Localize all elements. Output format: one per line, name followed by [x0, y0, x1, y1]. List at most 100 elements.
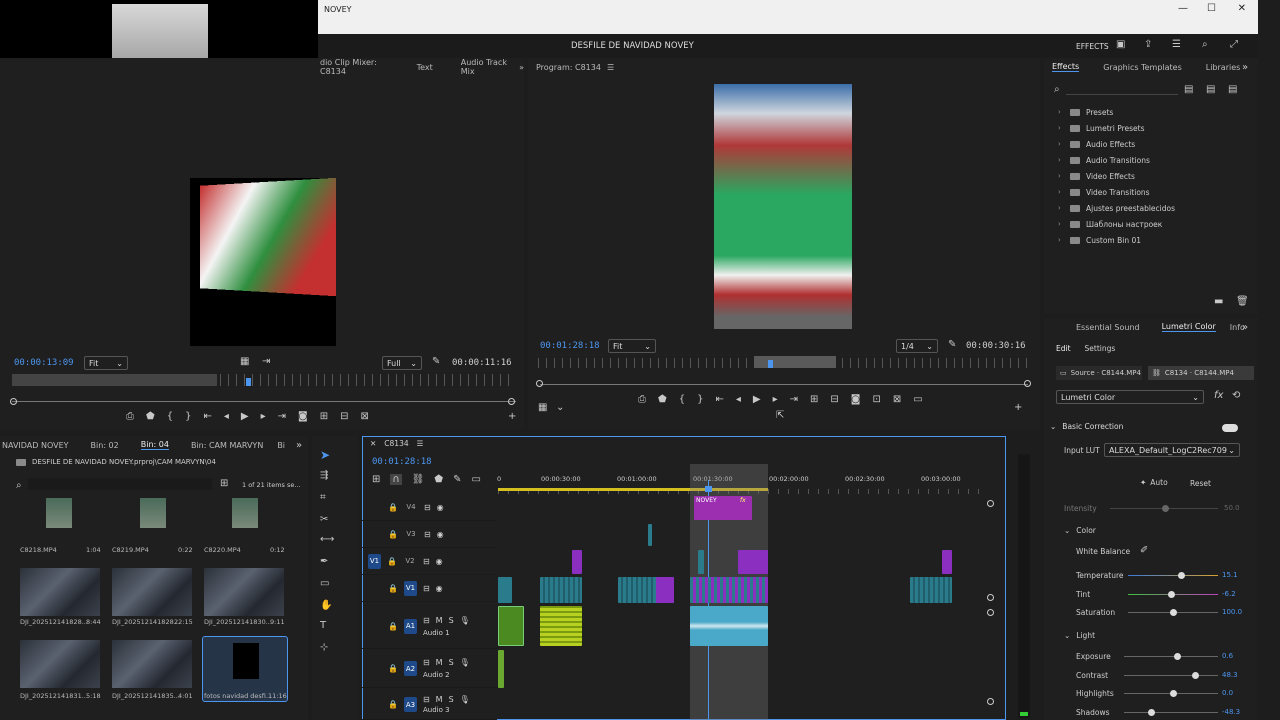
- step-forward-icon[interactable]: ▸: [261, 411, 266, 422]
- track-header-a1[interactable]: 🔒 A1 ⊟ M S 🎙 Audio 1: [362, 604, 497, 649]
- lock-icon[interactable]: 🔒: [388, 503, 398, 512]
- effects-item[interactable]: › Audio Effects: [1044, 136, 1258, 152]
- lock-icon[interactable]: 🔒: [388, 700, 398, 709]
- mute-button[interactable]: M: [436, 658, 443, 667]
- program-playhead[interactable]: [768, 360, 773, 368]
- bin-thumb[interactable]: [232, 498, 258, 528]
- temperature-slider[interactable]: [1128, 572, 1218, 579]
- audio-clip[interactable]: [540, 606, 582, 646]
- light-header[interactable]: ⌄ Light: [1064, 631, 1095, 640]
- mark-out-icon[interactable]: }: [185, 411, 191, 422]
- export-frame-icon[interactable]: ⎙: [126, 411, 134, 422]
- tab-lumetri-color[interactable]: Lumetri Color: [1161, 322, 1216, 332]
- tab-effects[interactable]: Effects: [1052, 62, 1080, 72]
- source-quality-select[interactable]: Full ⌄: [382, 356, 422, 370]
- lumetri-more-icon[interactable]: »: [1242, 322, 1248, 333]
- eye-icon[interactable]: ◉: [436, 584, 443, 593]
- source-scroll[interactable]: [12, 401, 516, 402]
- razor-icon[interactable]: ✂: [320, 514, 328, 525]
- project-search-icon[interactable]: ⌕: [16, 480, 22, 491]
- video-clip[interactable]: [942, 550, 952, 574]
- audio-clip[interactable]: [498, 606, 524, 646]
- shadows-slider[interactable]: [1124, 709, 1218, 716]
- program-go-in-icon[interactable]: ⇤: [715, 394, 723, 405]
- bin-item-name[interactable]: DJI_202512141831...: [20, 692, 88, 700]
- lumetri-effect-select[interactable]: Lumetri Color ⌄: [1056, 390, 1204, 404]
- color-header[interactable]: ⌄ Color: [1064, 526, 1096, 535]
- lock-icon[interactable]: 🔒: [387, 557, 397, 566]
- mute-button[interactable]: M: [436, 695, 443, 704]
- source-timecode[interactable]: 00:00:13:09: [14, 358, 74, 368]
- search-icon[interactable]: ⌕: [1202, 39, 1208, 50]
- highlights-slider[interactable]: [1124, 690, 1218, 697]
- sequence-menu-icon[interactable]: ☰: [417, 439, 424, 448]
- program-scroll[interactable]: [540, 384, 1028, 385]
- program-inout-range[interactable]: [754, 356, 836, 368]
- tab-text[interactable]: Text: [417, 63, 433, 72]
- tab-libraries[interactable]: Libraries: [1206, 63, 1241, 72]
- program-extract-icon[interactable]: ⊟: [830, 394, 838, 405]
- bin-item-name[interactable]: C8218.MP4: [20, 546, 57, 554]
- type-icon[interactable]: T: [320, 620, 326, 631]
- track-header-v1[interactable]: 🔒 V1 ⊟ ◉: [362, 575, 497, 602]
- tab-audio-track-mix[interactable]: Audio Track Mix: [461, 58, 511, 76]
- linked-select-icon[interactable]: ⛓: [412, 474, 425, 485]
- effects-item[interactable]: › Шаблоны настроек: [1044, 216, 1258, 232]
- timeline-tab[interactable]: ✕ C8134 ☰: [370, 439, 423, 448]
- tab-bin-02[interactable]: Bin: 02: [91, 441, 119, 450]
- effects-item[interactable]: › Ajustes preestablecidos: [1044, 200, 1258, 216]
- maximize-button[interactable]: ☐: [1207, 3, 1216, 14]
- input-lut-select[interactable]: ALEXA_Default_LogC2Rec709 ⌄: [1104, 443, 1240, 457]
- bin-thumb[interactable]: [204, 568, 284, 616]
- go-in-icon[interactable]: ⇤: [203, 411, 211, 422]
- program-camera-icon[interactable]: ◙: [851, 394, 861, 405]
- audio-clip[interactable]: [690, 606, 768, 646]
- pen-icon[interactable]: ✒: [320, 556, 328, 567]
- program-marker-icon[interactable]: ⬟: [658, 394, 667, 405]
- tint-value[interactable]: -6.2: [1222, 590, 1236, 598]
- program-vr-icon[interactable]: ⊠: [893, 394, 901, 405]
- effects-more-icon[interactable]: »: [1242, 62, 1248, 73]
- highlights-value[interactable]: 0.0: [1222, 689, 1233, 697]
- temperature-value[interactable]: 15.1: [1222, 571, 1238, 579]
- accelerated-icon[interactable]: ▤: [1184, 84, 1193, 95]
- tab-audio-clip-mixer[interactable]: dio Clip Mixer: C8134: [320, 58, 389, 76]
- sync-icon[interactable]: ⊟: [423, 695, 430, 704]
- close-button[interactable]: ✕: [1238, 3, 1246, 14]
- program-timecode[interactable]: 00:01:28:18: [540, 341, 600, 351]
- reset-button[interactable]: Reset: [1190, 479, 1211, 488]
- basic-correction-toggle[interactable]: [1222, 424, 1238, 432]
- bin-thumb[interactable]: [20, 568, 100, 616]
- source-snap-icon[interactable]: ⇥: [262, 356, 270, 367]
- shadows-value[interactable]: -48.3: [1222, 708, 1240, 716]
- effects-item[interactable]: › Audio Transitions: [1044, 152, 1258, 168]
- effects-search-icon[interactable]: ⌕: [1054, 84, 1060, 95]
- more-tabs-icon[interactable]: »: [519, 63, 524, 72]
- tint-slider[interactable]: [1128, 591, 1218, 598]
- overwrite-icon[interactable]: ⊟: [340, 411, 348, 422]
- video-clip[interactable]: [656, 577, 674, 603]
- track-header-v4[interactable]: 🔒 V4 ⊟ ◉: [362, 494, 497, 521]
- bin-thumb[interactable]: [112, 568, 192, 616]
- sync-icon[interactable]: ⊟: [423, 584, 430, 593]
- title-clip[interactable]: NOVEY fx: [694, 496, 752, 520]
- sync-icon[interactable]: ⊟: [424, 530, 431, 539]
- sync-icon[interactable]: ⊟: [424, 503, 431, 512]
- video-clip[interactable]: [648, 524, 652, 546]
- mark-in-icon[interactable]: {: [167, 411, 173, 422]
- bin-item-name[interactable]: C8220.MP4: [204, 546, 241, 554]
- playhead-handle[interactable]: [705, 486, 712, 492]
- tab-bin-more[interactable]: Bi: [277, 441, 285, 450]
- workspace-label[interactable]: EFFECTS: [1076, 42, 1109, 51]
- video-clip[interactable]: [572, 550, 582, 574]
- source-add-icon[interactable]: +: [508, 411, 516, 422]
- bin-item-name[interactable]: fotos navidad desfi...: [204, 692, 272, 700]
- lumetri-source-tab[interactable]: ▭ Source · C8144.MP4: [1056, 366, 1142, 380]
- contrast-value[interactable]: 48.3: [1222, 671, 1238, 679]
- add-marker-icon[interactable]: ⬟: [434, 474, 443, 485]
- sync-icon[interactable]: ⊟: [423, 658, 430, 667]
- track-header-v2[interactable]: V1 🔒 V2 ⊟ ◉: [362, 548, 497, 575]
- effects-item[interactable]: › Custom Bin 01: [1044, 232, 1258, 248]
- lock-icon[interactable]: 🔒: [388, 584, 398, 593]
- track-header-a2[interactable]: 🔒 A2 ⊟ M S 🎙 Audio 2: [362, 650, 497, 688]
